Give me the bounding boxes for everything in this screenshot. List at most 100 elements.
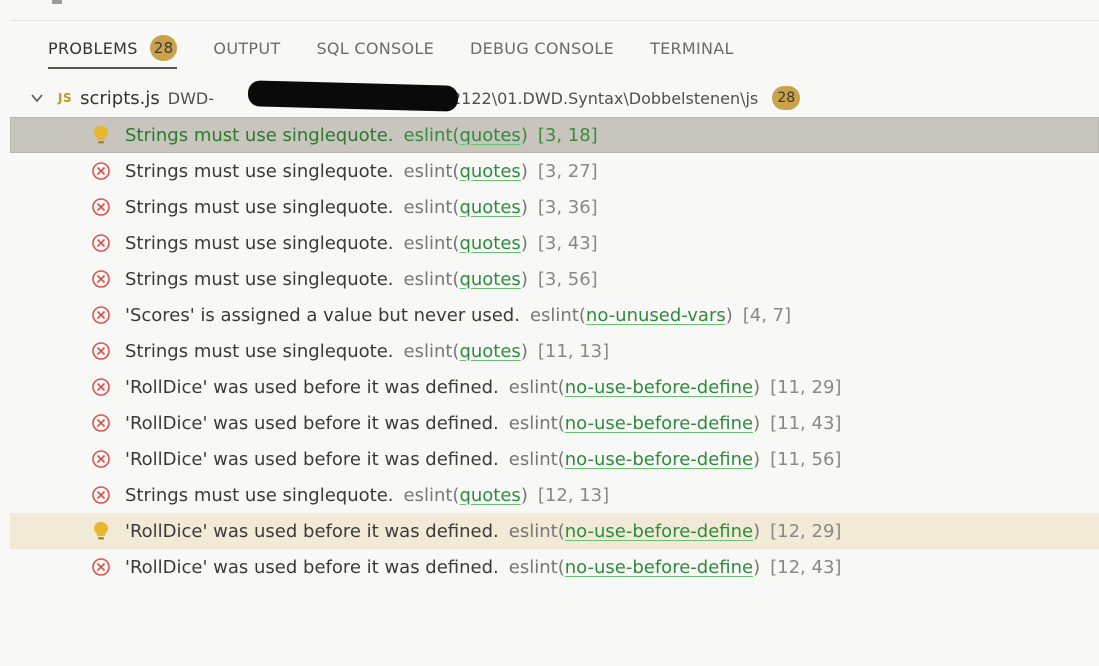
problem-source-name: eslint (508, 412, 558, 434)
problem-position: [12, 13] (537, 484, 610, 506)
file-name: scripts.js (80, 87, 160, 109)
rule-link[interactable]: quotes (459, 233, 520, 254)
javascript-file-icon: JS (58, 91, 73, 105)
problem-source-name: eslint (508, 376, 558, 398)
problem-row[interactable]: Strings must use singlequote. eslint(quot… (10, 117, 1099, 153)
problem-message: 'RollDice' was used before it was define… (125, 376, 499, 398)
error-icon (91, 449, 111, 469)
paren-close: ) (753, 448, 761, 470)
paren-open: ( (557, 520, 565, 542)
paren-close: ) (520, 268, 528, 290)
problem-source-name: eslint (508, 556, 558, 578)
problem-row[interactable]: 'RollDice' was used before it was define… (10, 405, 1099, 441)
paren-open: ( (557, 412, 565, 434)
problem-row[interactable]: Strings must use singlequote. eslint(quot… (10, 261, 1099, 297)
problem-source: eslint(no-unused-vars) (530, 305, 733, 326)
problem-source: eslint(quotes) (404, 269, 528, 290)
problem-source: eslint(no-use-before-define) (509, 449, 760, 470)
paren-open: ( (557, 448, 565, 470)
problem-source: eslint(quotes) (404, 125, 528, 146)
problems-list: Strings must use singlequote. eslint(quot… (10, 117, 1099, 585)
problem-source: eslint(quotes) (404, 233, 528, 254)
error-icon (91, 161, 111, 181)
problem-position: [3, 56] (537, 268, 598, 290)
rule-link[interactable]: no-use-before-define (565, 377, 753, 398)
paren-open: ( (557, 556, 565, 578)
problems-count-badge: 28 (149, 35, 178, 61)
problem-source: eslint(quotes) (404, 485, 528, 506)
tab-problems-label: PROBLEMS (48, 38, 138, 58)
tab-output-label: OUTPUT (213, 38, 281, 58)
problem-source-name: eslint (529, 304, 579, 326)
paren-close: ) (520, 484, 528, 506)
rule-link[interactable]: no-use-before-define (565, 449, 753, 470)
problem-position: [12, 43] (770, 556, 842, 578)
tab-sql-console-label: SQL CONSOLE (316, 38, 434, 58)
problem-source: eslint(no-use-before-define) (509, 413, 760, 434)
problem-position: [11, 43] (770, 412, 842, 434)
tab-terminal[interactable]: TERMINAL (650, 21, 734, 75)
file-group-row[interactable]: JS scripts.js DWD- 2122\01.DWD.Syntax\Dob… (10, 80, 1099, 116)
tab-output[interactable]: OUTPUT (213, 21, 280, 75)
problem-row[interactable]: Strings must use singlequote. eslint(quot… (10, 189, 1099, 225)
error-icon (91, 341, 111, 361)
rule-link[interactable]: no-use-before-define (565, 413, 753, 434)
lightbulb-icon (91, 521, 111, 541)
editor-edge-mark (52, 0, 62, 4)
paren-open: ( (578, 304, 586, 326)
tab-terminal-label: TERMINAL (650, 38, 734, 58)
problem-source-name: eslint (403, 484, 453, 506)
problem-source: eslint(no-use-before-define) (509, 557, 760, 578)
rule-link[interactable]: no-unused-vars (586, 305, 726, 326)
tab-sql-console[interactable]: SQL CONSOLE (316, 21, 434, 75)
problem-row[interactable]: 'RollDice' was used before it was define… (10, 513, 1099, 549)
error-icon (91, 233, 111, 253)
rule-link[interactable]: no-use-before-define (565, 521, 753, 542)
problem-source-name: eslint (403, 340, 453, 362)
error-icon (91, 269, 111, 289)
paren-close: ) (753, 412, 761, 434)
paren-close: ) (753, 376, 761, 398)
problem-position: [3, 36] (537, 196, 598, 218)
error-icon (91, 197, 111, 217)
error-icon (91, 305, 111, 325)
rule-link[interactable]: quotes (459, 161, 520, 182)
problem-message: Strings must use singlequote. (125, 268, 394, 290)
problem-message: Strings must use singlequote. (125, 340, 394, 362)
rule-link[interactable]: quotes (459, 125, 520, 146)
error-icon (91, 413, 111, 433)
redaction-mark (247, 80, 459, 112)
problem-source: eslint(quotes) (404, 161, 528, 182)
rule-link[interactable]: quotes (459, 485, 520, 506)
problem-row[interactable]: 'Scores' is assigned a value but never u… (10, 297, 1099, 333)
problem-message: 'RollDice' was used before it was define… (125, 448, 499, 470)
file-path-prefix: DWD- (167, 88, 214, 108)
rule-link[interactable]: quotes (459, 341, 520, 362)
problem-position: [11, 29] (770, 376, 842, 398)
rule-link[interactable]: quotes (459, 269, 520, 290)
problem-message: 'RollDice' was used before it was define… (125, 412, 499, 434)
problem-position: [12, 29] (770, 520, 842, 542)
problem-position: [4, 7] (742, 304, 792, 326)
problem-source-name: eslint (403, 124, 453, 146)
problem-row[interactable]: Strings must use singlequote. eslint(quot… (10, 477, 1099, 513)
error-icon (91, 557, 111, 577)
rule-link[interactable]: quotes (459, 197, 520, 218)
problem-row[interactable]: Strings must use singlequote. eslint(quot… (10, 333, 1099, 369)
rule-link[interactable]: no-use-before-define (565, 557, 753, 578)
chevron-down-icon[interactable] (30, 91, 44, 105)
panel-top-edge (0, 0, 1099, 20)
error-icon (91, 377, 111, 397)
tab-problems[interactable]: PROBLEMS 28 (48, 21, 178, 75)
tab-debug-console[interactable]: DEBUG CONSOLE (470, 21, 614, 75)
panel-tab-bar: PROBLEMS 28 OUTPUT SQL CONSOLE DEBUG CON… (10, 20, 1099, 75)
problem-row[interactable]: Strings must use singlequote. eslint(quot… (10, 225, 1099, 261)
problem-row[interactable]: 'RollDice' was used before it was define… (10, 369, 1099, 405)
problem-row[interactable]: Strings must use singlequote. eslint(quot… (10, 153, 1099, 189)
problem-row[interactable]: 'RollDice' was used before it was define… (10, 549, 1099, 585)
problem-message: Strings must use singlequote. (125, 160, 394, 182)
file-problem-count-badge: 28 (772, 86, 801, 110)
problem-row[interactable]: 'RollDice' was used before it was define… (10, 441, 1099, 477)
paren-close: ) (753, 556, 761, 578)
problem-position: [11, 13] (537, 340, 610, 362)
